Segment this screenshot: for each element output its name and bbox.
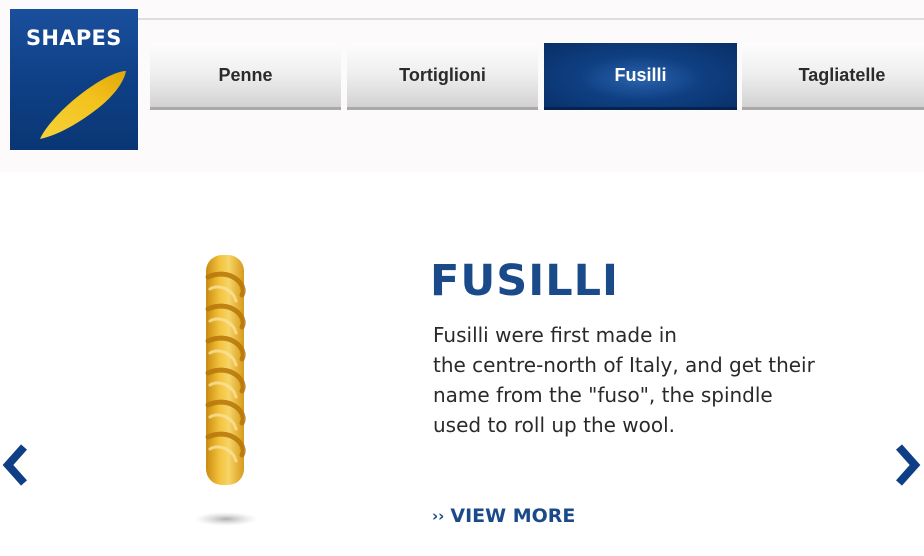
tab-tortiglioni[interactable]: Tortiglioni: [347, 43, 538, 110]
description-line: the centre-north of Italy, and get their: [433, 353, 815, 377]
description-line: Fusilli were first made in: [433, 323, 677, 347]
divider: [138, 18, 924, 20]
prev-arrow-button[interactable]: [2, 442, 30, 488]
fusilli-image: [194, 255, 258, 526]
chevron-left-icon: [2, 444, 27, 486]
view-more-link[interactable]: ›› VIEW MORE: [432, 505, 575, 527]
next-arrow-button[interactable]: [893, 442, 921, 488]
tab-tagliatelle[interactable]: Tagliatelle: [742, 43, 924, 110]
chevron-right-icon: [896, 444, 921, 486]
description-line: name from the "fuso", the spindle: [433, 383, 773, 407]
view-more-label: VIEW MORE: [450, 505, 576, 527]
product-description: Fusilli were first made in the centre-no…: [433, 320, 863, 440]
product-heading: FUSILLI: [430, 256, 620, 306]
double-chevron-icon: ››: [432, 507, 445, 525]
tab-fusilli[interactable]: Fusilli: [544, 43, 737, 110]
tab-penne[interactable]: Penne: [150, 43, 341, 110]
logo-title: SHAPES: [26, 26, 122, 50]
penne-logo-icon: [40, 71, 126, 139]
shapes-logo[interactable]: SHAPES: [10, 9, 138, 150]
description-line: used to roll up the wool.: [433, 413, 676, 437]
